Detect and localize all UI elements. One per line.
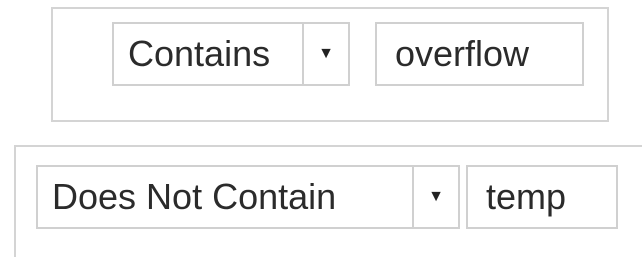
- operator-select-2-label: Does Not Contain: [52, 176, 337, 217]
- filter-row-2: Does Not Contain ▼ temp: [14, 145, 642, 257]
- dropdown-arrow-icon: ▼: [428, 188, 444, 205]
- operator-dropdown-button-1[interactable]: ▼: [302, 22, 350, 86]
- filter-value-input-2[interactable]: temp: [466, 165, 618, 229]
- filter-row-1: Contains ▼ overflow: [51, 7, 609, 122]
- filter-stage: Contains ▼ overflow Does Not Contain ▼ t…: [0, 0, 642, 257]
- filter-value-input-1[interactable]: overflow: [375, 22, 584, 86]
- filter-value-text-1: overflow: [395, 33, 530, 74]
- dropdown-arrow-icon: ▼: [318, 45, 334, 62]
- operator-select-1[interactable]: Contains: [112, 22, 304, 86]
- filter-value-text-2: temp: [486, 176, 567, 217]
- operator-dropdown-button-2[interactable]: ▼: [412, 165, 460, 229]
- operator-select-1-label: Contains: [128, 33, 271, 74]
- operator-select-2[interactable]: Does Not Contain: [36, 165, 414, 229]
